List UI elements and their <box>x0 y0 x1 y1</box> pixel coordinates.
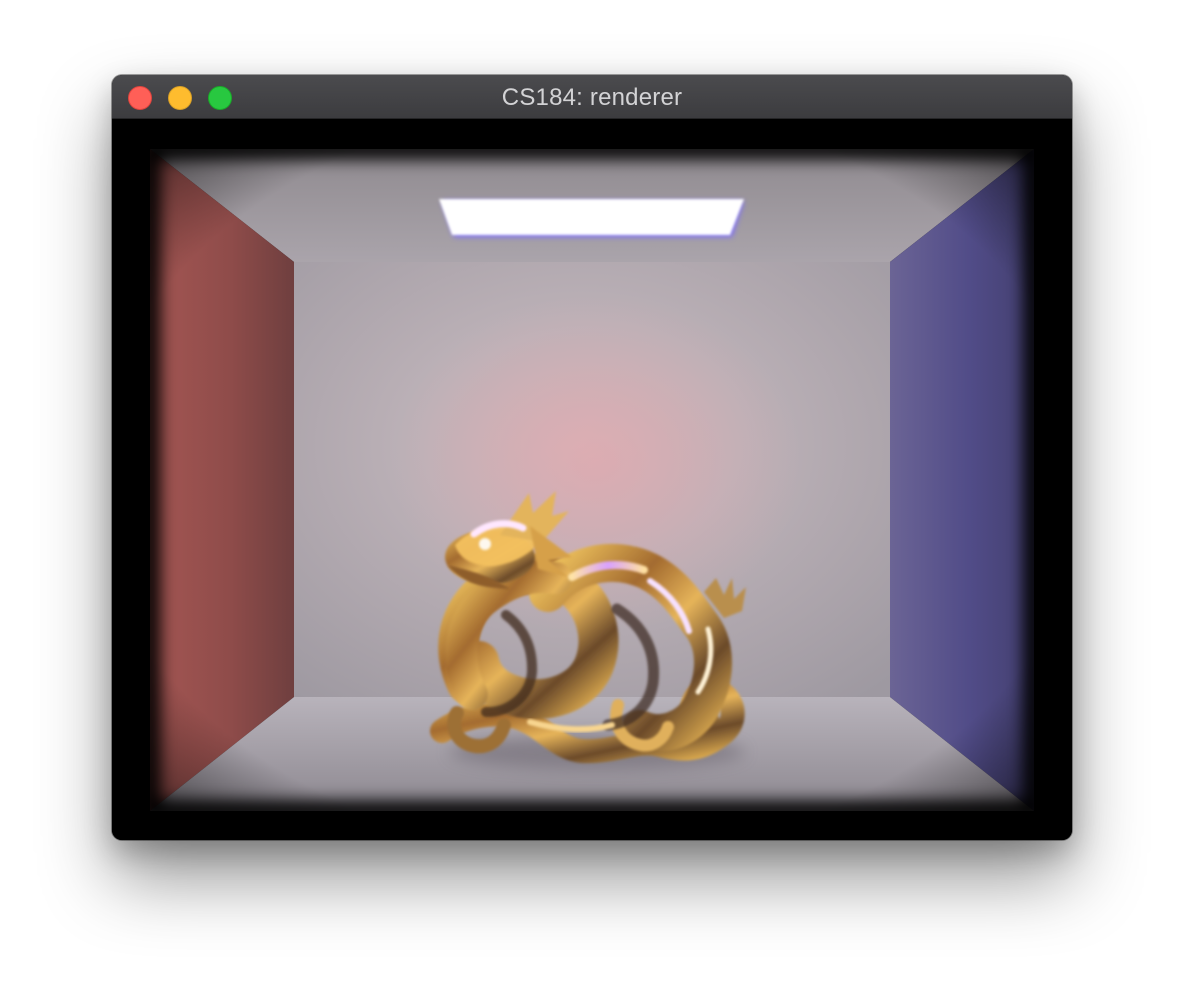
render-viewport[interactable] <box>112 119 1072 840</box>
rendered-scene <box>112 119 1072 840</box>
area-light <box>439 199 744 237</box>
renderer-window: CS184: renderer <box>112 75 1072 840</box>
title-bar[interactable]: CS184: renderer <box>112 75 1072 119</box>
depth-of-field-vignette <box>150 149 1034 811</box>
window-title: CS184: renderer <box>501 84 683 111</box>
